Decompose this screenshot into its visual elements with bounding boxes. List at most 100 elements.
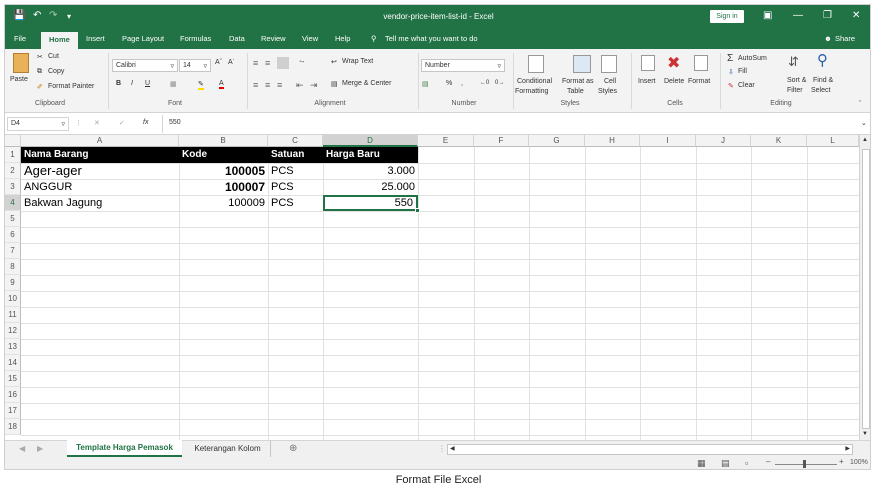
bold-button[interactable]: B [116, 80, 121, 87]
page-layout-view-icon[interactable]: ▤ [721, 458, 730, 469]
collapse-ribbon-icon[interactable]: ˆ [859, 101, 861, 108]
cell-b2[interactable]: 100005 [179, 163, 268, 179]
row-header[interactable]: 5 [5, 211, 21, 227]
row-header[interactable]: 16 [5, 387, 21, 403]
normal-view-icon[interactable]: ▦ [697, 458, 706, 469]
format-cells-button[interactable]: Format [688, 78, 710, 85]
sort-filter-label[interactable]: Sort & [787, 77, 806, 84]
format-as-table-label-2[interactable]: Table [567, 88, 584, 95]
fill-button[interactable]: Fill [738, 68, 747, 75]
cell-d1[interactable]: Harga Baru [323, 147, 418, 163]
align-center-icon[interactable]: ≡ [265, 80, 270, 90]
merge-icon[interactable]: ▤ [331, 80, 338, 88]
insert-function-button[interactable]: fx [143, 119, 148, 126]
cell-b1[interactable]: Kode [179, 147, 268, 163]
row-header[interactable]: 9 [5, 275, 21, 291]
zoom-slider-thumb[interactable] [803, 460, 806, 468]
column-header-h[interactable]: H [585, 135, 640, 147]
format-cells-icon[interactable] [694, 55, 708, 71]
cell-styles-icon[interactable] [601, 55, 617, 73]
name-box[interactable]: D4 ▿ [7, 117, 69, 131]
cell-c3[interactable]: PCS [268, 179, 323, 195]
column-header-l[interactable]: L [807, 135, 859, 147]
row-header[interactable]: 4 [5, 195, 21, 211]
sheet-tab-template-harga-pemasok[interactable]: Template Harga Pemasok [67, 440, 182, 457]
add-sheet-icon[interactable]: ⊕ [289, 443, 297, 454]
column-header-c[interactable]: C [268, 135, 323, 147]
conditional-formatting-label-2[interactable]: Formatting [515, 88, 548, 95]
autosum-button[interactable]: AutoSum [738, 55, 767, 62]
find-select-label-2[interactable]: Select [811, 87, 830, 94]
cell-c2[interactable]: PCS [268, 163, 323, 179]
column-header-i[interactable]: I [640, 135, 696, 147]
delete-cells-button[interactable]: Delete [664, 78, 684, 85]
cell-a2[interactable]: Ager-ager [21, 163, 179, 179]
column-header-j[interactable]: J [696, 135, 751, 147]
sort-filter-label-2[interactable]: Filter [787, 87, 803, 94]
page-break-view-icon[interactable]: ▫ [745, 458, 748, 468]
paste-button[interactable]: Paste [10, 76, 28, 83]
cell-b4[interactable]: 100009 [179, 195, 268, 211]
increase-indent-icon[interactable]: ⇥ [310, 80, 318, 91]
tell-me-search[interactable]: Tell me what you want to do [385, 34, 478, 43]
worksheet-grid[interactable]: A B C D E F G H I J K L 1 2 3 4 5 6 7 8 … [5, 135, 870, 440]
wrap-text-button[interactable]: Wrap Text [342, 58, 373, 65]
zoom-in-icon[interactable]: + [839, 457, 844, 466]
currency-icon[interactable]: ▤ [422, 80, 429, 88]
row-header[interactable]: 1 [5, 147, 21, 163]
column-header-e[interactable]: E [418, 135, 474, 147]
tab-formulas[interactable]: Formulas [180, 34, 211, 43]
paste-icon[interactable] [13, 53, 29, 73]
cancel-entry-icon[interactable]: ✕ [94, 119, 100, 127]
column-header-f[interactable]: F [474, 135, 529, 147]
zoom-slider[interactable] [775, 464, 837, 465]
row-header[interactable]: 12 [5, 323, 21, 339]
cell-c1[interactable]: Satuan [268, 147, 323, 163]
align-top-icon[interactable]: ≡ [253, 58, 258, 68]
cell-d4-active[interactable]: 550 [323, 195, 418, 211]
tab-view[interactable]: View [302, 34, 318, 43]
cut-icon[interactable]: ✂ [37, 53, 43, 61]
zoom-level[interactable]: 100% [850, 459, 868, 466]
align-right-icon[interactable]: ≡ [277, 80, 282, 90]
cell-styles-label[interactable]: Cell [604, 78, 616, 85]
decrease-font-icon[interactable]: Aˈ [228, 59, 235, 66]
format-painter-icon[interactable]: ✐ [37, 83, 43, 91]
format-as-table-icon[interactable] [573, 55, 591, 73]
maximize-icon[interactable]: ❐ [823, 10, 832, 21]
column-header-d[interactable]: D [323, 135, 418, 147]
delete-cells-icon[interactable]: ✖ [667, 53, 680, 73]
cell-styles-label-2[interactable]: Styles [598, 88, 617, 95]
scroll-thumb[interactable] [862, 149, 870, 429]
cell-c4[interactable]: PCS [268, 195, 323, 211]
cell-d2[interactable]: 3.000 [323, 163, 418, 179]
conditional-formatting-label[interactable]: Conditional [517, 78, 552, 85]
percent-button[interactable]: % [446, 80, 452, 87]
row-header[interactable]: 14 [5, 355, 21, 371]
tab-review[interactable]: Review [261, 34, 286, 43]
align-bottom-icon[interactable] [277, 57, 289, 69]
select-all-corner[interactable] [5, 135, 21, 147]
next-sheet-icon[interactable]: ▶ [37, 444, 43, 453]
align-middle-icon[interactable]: ≡ [265, 58, 270, 68]
scroll-down-icon[interactable]: ▼ [862, 431, 868, 437]
cut-button[interactable]: Cut [48, 53, 59, 60]
font-name-select[interactable]: Calibri ▿ [112, 59, 178, 72]
confirm-entry-icon[interactable]: ✓ [119, 119, 125, 127]
row-header[interactable]: 6 [5, 227, 21, 243]
cell-b3[interactable]: 100007 [179, 179, 268, 195]
conditional-formatting-icon[interactable] [528, 55, 544, 73]
find-select-label[interactable]: Find & [813, 77, 833, 84]
find-select-icon[interactable]: ⚲ [817, 51, 828, 69]
decrease-decimal-icon[interactable]: 0→ [495, 80, 504, 86]
row-header[interactable]: 17 [5, 403, 21, 419]
row-header[interactable]: 7 [5, 243, 21, 259]
row-header[interactable]: 8 [5, 259, 21, 275]
scroll-left-icon[interactable]: ◀ [450, 445, 455, 452]
tab-insert[interactable]: Insert [86, 34, 105, 43]
insert-cells-icon[interactable] [641, 55, 655, 71]
row-header[interactable]: 2 [5, 163, 21, 179]
sign-in-button[interactable]: Sign in [710, 10, 744, 23]
fill-color-icon[interactable]: ✎ [198, 80, 204, 90]
align-left-icon[interactable]: ≡ [253, 80, 258, 90]
